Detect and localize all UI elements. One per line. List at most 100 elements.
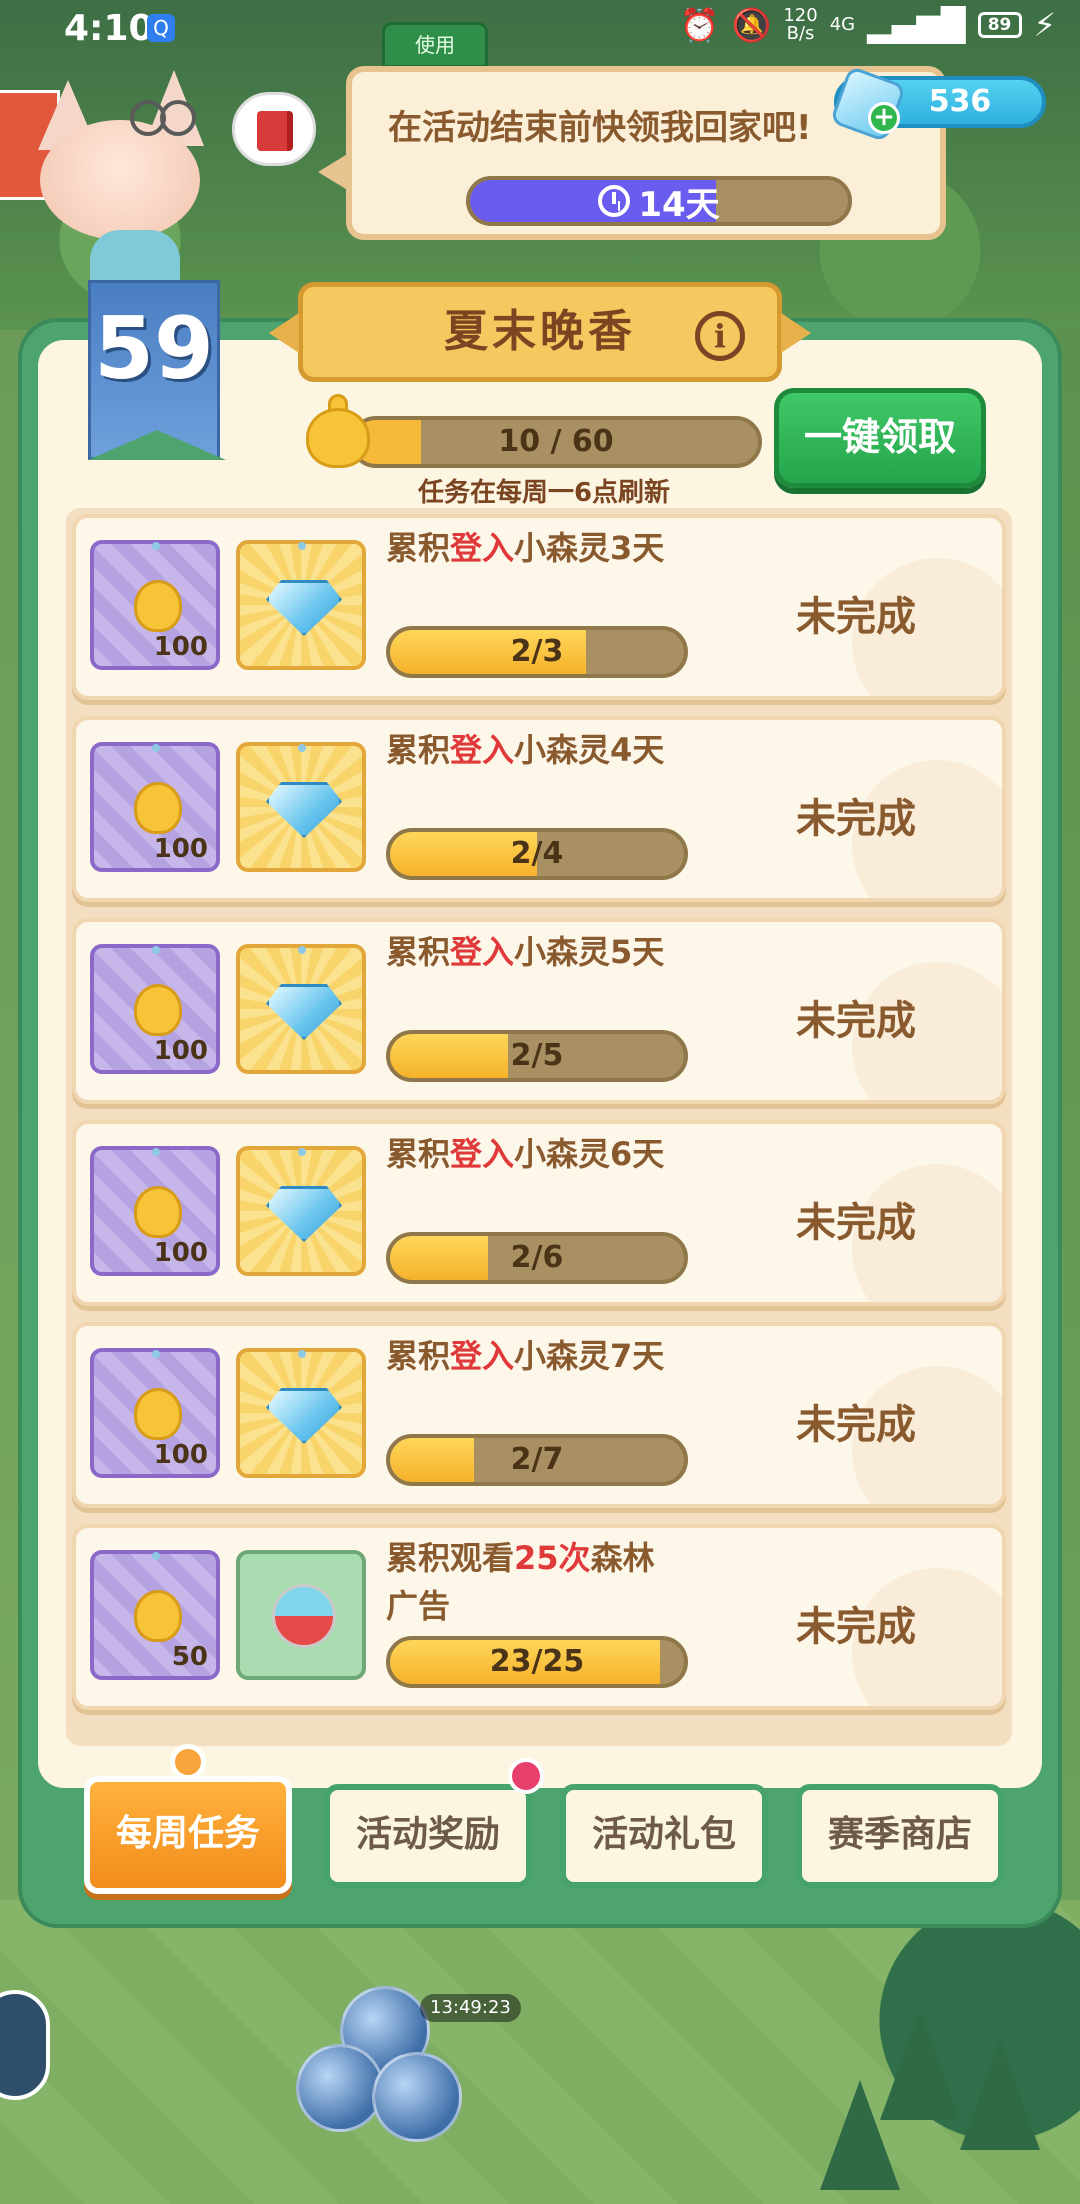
event-timer-bar: 14天: [466, 176, 852, 226]
task-desc-highlight: 登入: [450, 529, 515, 567]
reward-quantity: 100: [153, 1238, 208, 1268]
task-card[interactable]: 100 累积登入小森灵5天 2/5 未完成: [72, 918, 1006, 1104]
chick-token-icon: [134, 580, 182, 632]
use-button[interactable]: 使用: [382, 22, 488, 68]
task-list[interactable]: 100 累积登入小森灵3天 2/3 未完成 100 累积登入小森灵4天 2/4 …: [66, 508, 1012, 1746]
task-card[interactable]: 100 累积登入小森灵6天 2/6 未完成: [72, 1120, 1006, 1306]
net-speed-unit: B/s: [786, 23, 815, 44]
book-icon: [257, 111, 293, 151]
tree-decoration: [820, 2080, 900, 2190]
task-progress-label: 2/3: [510, 634, 564, 669]
task-desc-pre: 累积: [386, 1337, 451, 1375]
task-status: 未完成: [796, 998, 916, 1044]
tab-weekly-tasks[interactable]: 每周任务: [84, 1776, 292, 1894]
reward-gem-slot[interactable]: [236, 742, 366, 872]
task-description: 累积登入小森灵6天: [386, 1130, 686, 1178]
tab-season-shop[interactable]: 赛季商店: [796, 1784, 1004, 1888]
gem-icon: [266, 1186, 342, 1242]
gem-icon: [266, 1388, 342, 1444]
reward-gem-slot[interactable]: [236, 1146, 366, 1276]
signal-icon: ▂▄▆█: [867, 6, 966, 44]
task-status: 未完成: [796, 1604, 916, 1650]
task-status: 未完成: [796, 594, 916, 640]
task-description: 累积登入小森灵5天: [386, 928, 686, 976]
info-icon[interactable]: i: [695, 311, 745, 361]
bottom-tab-bar: 每周任务 活动奖励 活动礼包 赛季商店: [80, 1770, 1010, 1900]
reward-gem-slot[interactable]: [236, 1348, 366, 1478]
chick-token-icon: [134, 782, 182, 834]
claim-all-button[interactable]: 一键领取: [774, 388, 986, 488]
reward-chick-slot[interactable]: 100: [90, 742, 220, 872]
task-progress-label: 2/4: [510, 836, 564, 871]
active-tab-marker: [170, 1744, 206, 1780]
task-progress-label: 2/7: [510, 1442, 564, 1477]
tab-event-rewards[interactable]: 活动奖励: [324, 1784, 532, 1888]
task-desc-highlight: 登入: [450, 731, 515, 769]
task-status: 未完成: [796, 796, 916, 842]
pin-icon: [298, 946, 306, 954]
gem-icon: [266, 984, 342, 1040]
task-card[interactable]: 100 累积登入小森灵7天 2/7 未完成: [72, 1322, 1006, 1508]
reward-chick-slot[interactable]: 50: [90, 1550, 220, 1680]
pin-icon: [152, 1552, 160, 1560]
task-desc-pre: 累积观看: [386, 1539, 515, 1577]
task-description: 累积登入小森灵7天: [386, 1332, 686, 1380]
task-desc-highlight: 登入: [450, 933, 515, 971]
refresh-note: 任务在每周一6点刷新: [417, 478, 671, 508]
task-description: 累积观看25次森林广告: [386, 1534, 686, 1630]
task-desc-highlight: 登入: [450, 1337, 515, 1375]
reward-chick-slot[interactable]: 100: [90, 540, 220, 670]
chick-token-icon: [134, 984, 182, 1036]
task-card[interactable]: 50 累积观看25次森林广告 23/25 未完成: [72, 1524, 1006, 1710]
chick-token-icon: [300, 394, 376, 474]
pin-icon: [298, 744, 306, 752]
task-progress-bar: 23/25: [386, 1636, 688, 1688]
mute-icon: 🔕: [731, 6, 772, 44]
bubble-decoration[interactable]: [296, 2044, 384, 2132]
bubble-decoration[interactable]: [372, 2052, 462, 2142]
reward-gem-slot[interactable]: [236, 540, 366, 670]
reward-quantity: 100: [153, 834, 208, 864]
reward-gem-slot[interactable]: [236, 944, 366, 1074]
pin-icon: [152, 1350, 160, 1358]
task-progress-label: 2/5: [510, 1038, 564, 1073]
notification-dot: [508, 1758, 544, 1794]
reward-chick-slot[interactable]: 100: [90, 1348, 220, 1478]
tab-event-packs[interactable]: 活动礼包: [560, 1784, 768, 1888]
task-progress-bar: 2/4: [386, 828, 688, 880]
task-desc-pre: 累积: [386, 1135, 451, 1173]
task-card[interactable]: 100 累积登入小森灵4天 2/4 未完成: [72, 716, 1006, 902]
task-progress-bar: 2/7: [386, 1434, 688, 1486]
reward-capsule-slot[interactable]: [236, 1550, 366, 1680]
chick-token-icon: [134, 1388, 182, 1440]
mascot-character[interactable]: [20, 70, 220, 290]
task-desc-post: 小森灵5天: [514, 933, 665, 971]
speech-text: 在活动结束前快领我回家吧!: [388, 108, 812, 148]
task-card[interactable]: 100 累积登入小森灵3天 2/3 未完成: [72, 514, 1006, 700]
level-ribbon: 59: [88, 280, 226, 460]
task-progress-bar: 2/6: [386, 1232, 688, 1284]
task-progress-bar: 2/3: [386, 626, 688, 678]
pin-icon: [152, 744, 160, 752]
charging-icon: ⚡: [1033, 6, 1056, 44]
reward-quantity: 100: [153, 1036, 208, 1066]
task-description: 累积登入小森灵4天: [386, 726, 686, 774]
task-desc-pre: 累积: [386, 731, 451, 769]
pin-icon: [152, 946, 160, 954]
reward-chick-slot[interactable]: 100: [90, 944, 220, 1074]
task-description: 累积登入小森灵3天: [386, 524, 686, 572]
task-desc-highlight: 登入: [450, 1135, 515, 1173]
task-progress-label: 2/6: [510, 1240, 564, 1275]
task-desc-post: 小森灵4天: [514, 731, 665, 769]
pin-icon: [152, 1148, 160, 1156]
book-bubble[interactable]: [232, 92, 316, 166]
task-status: 未完成: [796, 1200, 916, 1246]
add-gems-button[interactable]: +: [868, 102, 900, 134]
alarm-icon: ⏰: [679, 6, 720, 44]
pin-icon: [298, 1350, 306, 1358]
reward-chick-slot[interactable]: 100: [90, 1146, 220, 1276]
side-character-button[interactable]: [0, 1990, 50, 2100]
task-desc-post: 小森灵3天: [514, 529, 665, 567]
pin-icon: [152, 542, 160, 550]
status-icons: ⏰ 🔕 120 B/s 4G ▂▄▆█ 89 ⚡: [680, 6, 1056, 44]
